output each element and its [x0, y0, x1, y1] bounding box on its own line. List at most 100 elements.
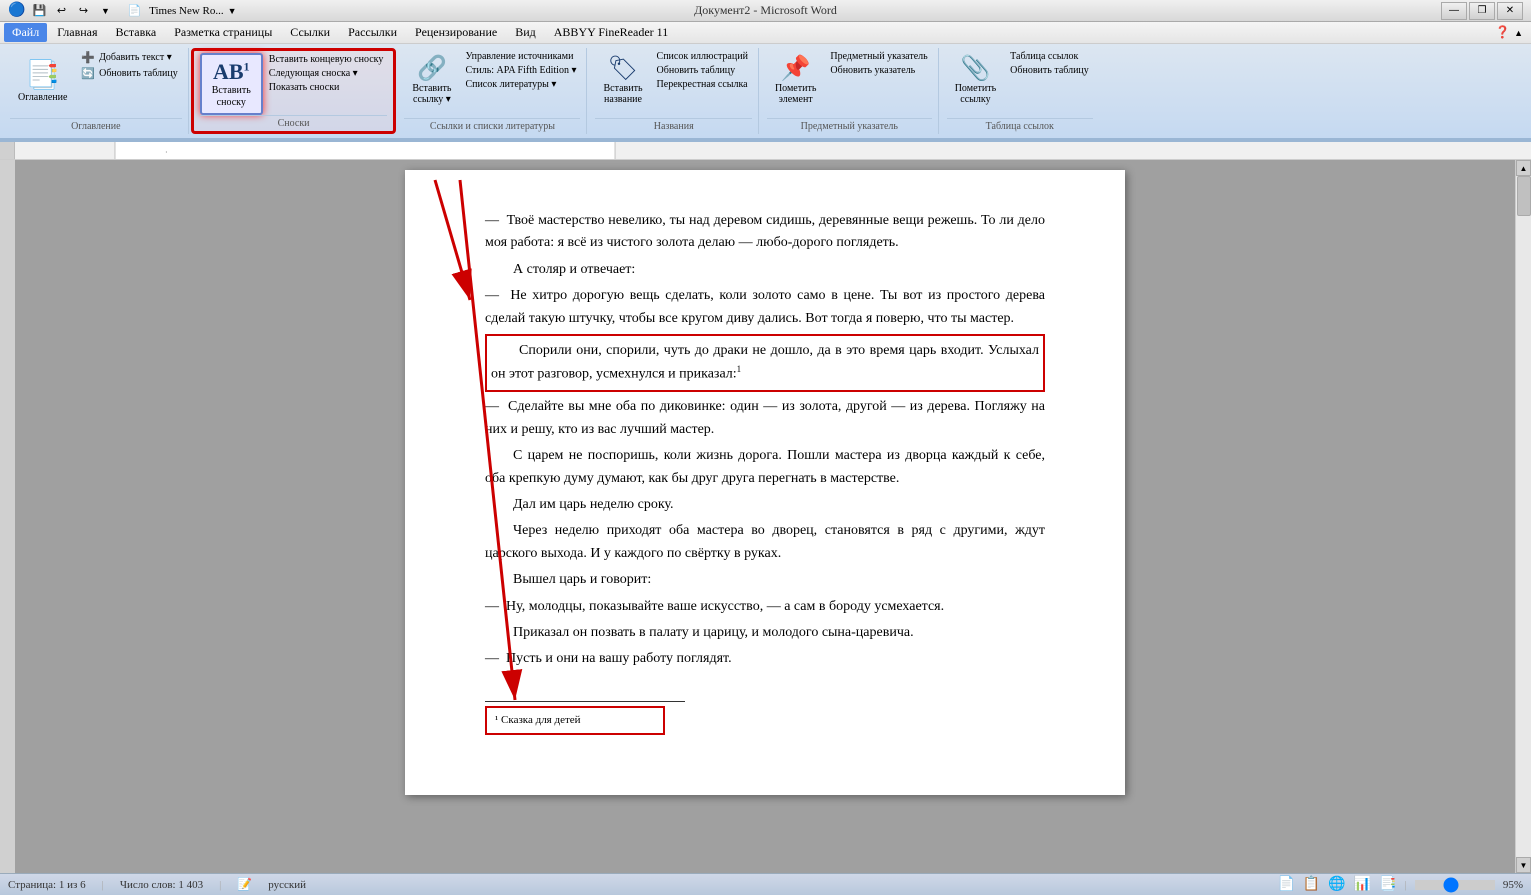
zoom-slider[interactable]	[1415, 880, 1495, 890]
menu-file[interactable]: Файл	[4, 23, 47, 42]
menu-home[interactable]: Главная	[49, 23, 105, 42]
para-tsar-show: — Ну, молодцы, показывайте ваше искусств…	[485, 596, 1045, 618]
para-summon: Приказал он позвать в палату и царицу, и…	[485, 622, 1045, 644]
index-label: Предметный указатель	[830, 51, 927, 62]
update-toc-label: Обновить таблицу	[99, 68, 178, 79]
toc-group-label: Оглавление	[10, 118, 182, 132]
left-ruler	[0, 160, 15, 873]
toc-button[interactable]: 📑 Оглавление	[10, 50, 75, 110]
word-icon: 🔵	[8, 2, 25, 19]
undo-icon[interactable]: ↩	[51, 2, 71, 20]
insert-citation-button[interactable]: 🔗 Вставитьссылку ▾	[404, 50, 459, 109]
save-icon[interactable]: 💾	[29, 2, 49, 20]
zoom-label: 95%	[1503, 879, 1523, 891]
page-status: Страница: 1 из 6	[8, 879, 86, 891]
view-reading-icon[interactable]: 📋	[1303, 876, 1320, 893]
footnotes-group-label: Сноски	[200, 115, 388, 129]
toc-small-buttons: ➕ Добавить текст ▾ 🔄 Обновить таблицу	[77, 50, 181, 81]
restore-button[interactable]: ❐	[1469, 2, 1495, 20]
para-intro: — Твоё мастерство невелико, ты над дерев…	[485, 210, 1045, 255]
view-outline-icon[interactable]: 📊	[1354, 876, 1371, 893]
mark-entry-icon: 📌	[781, 54, 811, 83]
menu-view[interactable]: Вид	[507, 23, 544, 42]
close-button[interactable]: ✕	[1497, 2, 1523, 20]
authority-small-buttons: Таблица ссылок Обновить таблицу	[1006, 50, 1093, 77]
captions-small-buttons: Список иллюстраций Обновить таблицу Пере…	[653, 50, 752, 91]
scrollbar-right[interactable]: ▲ ▼	[1515, 160, 1531, 873]
help-icon[interactable]: ❓	[1495, 25, 1510, 40]
document-scroll[interactable]: — Твоё мастерство невелико, ты над дерев…	[15, 160, 1515, 873]
para-return: Через неделю приходят оба мастера во дво…	[485, 520, 1045, 565]
update-table-button[interactable]: 🔄 Обновить таблицу	[77, 66, 181, 81]
redo-icon[interactable]: ↪	[73, 2, 93, 20]
authority-table-label: Таблица ссылок	[1010, 51, 1078, 62]
document-area: — Твоё мастерство невелико, ты над дерев…	[0, 160, 1531, 873]
para-week: Дал им царь неделю сроку.	[485, 494, 1045, 516]
bibliography-label: Список литературы ▾	[465, 79, 556, 90]
footnote-icon: AB1	[213, 59, 250, 85]
add-icon: ➕	[81, 51, 95, 64]
view-draft-icon[interactable]: 📑	[1379, 876, 1396, 893]
mark-entry-button[interactable]: 📌 Пометитьэлемент	[767, 50, 824, 109]
language-label: русский	[268, 879, 306, 891]
citation-label: Вставитьссылку ▾	[412, 83, 451, 105]
add-text-label: Добавить текст ▾	[99, 52, 172, 63]
bibliography-button[interactable]: Список литературы ▾	[461, 78, 580, 91]
menu-mailings[interactable]: Рассылки	[340, 23, 405, 42]
view-print-icon[interactable]: 📄	[1277, 876, 1294, 893]
menu-review[interactable]: Рецензирование	[407, 23, 505, 42]
language-status: русский	[268, 879, 306, 891]
add-text-button[interactable]: ➕ Добавить текст ▾	[77, 50, 181, 65]
update-caption-table-button[interactable]: Обновить таблицу	[653, 64, 752, 77]
document-page: — Твоё мастерство невелико, ты над дерев…	[405, 170, 1125, 795]
mark-citation-button[interactable]: 📎 Пометитьссылку	[947, 50, 1004, 109]
help-area: ❓ ▲	[1495, 25, 1527, 40]
menu-references[interactable]: Ссылки	[282, 23, 338, 42]
scroll-down-arrow[interactable]: ▼	[1516, 857, 1531, 873]
footnote-box: ¹ Сказка для детей	[485, 706, 665, 736]
expand-icon[interactable]: ▲	[1514, 28, 1523, 38]
next-footnote-button[interactable]: Следующая сноска ▾	[265, 67, 388, 80]
customize-icon[interactable]: ▼	[95, 2, 115, 20]
index-button[interactable]: Предметный указатель	[826, 50, 931, 63]
cross-reference-button[interactable]: Перекрестная ссылка	[653, 78, 752, 91]
menu-page-layout[interactable]: Разметка страницы	[166, 23, 280, 42]
mark-citation-icon: 📎	[960, 54, 990, 83]
scroll-thumb[interactable]	[1517, 176, 1531, 216]
menu-abbyy[interactable]: ABBYY FineReader 11	[546, 23, 676, 42]
ruler: ·	[0, 142, 1531, 160]
insert-caption-button[interactable]: 🏷 Вставитьназвание	[595, 50, 650, 109]
spell-icon[interactable]: 📝	[237, 877, 252, 892]
manage-sources-button[interactable]: Управление источниками	[461, 50, 580, 63]
style-dropdown[interactable]: Стиль: APA Fifth Edition ▾	[461, 64, 580, 77]
left-ruler-svg	[0, 160, 15, 873]
figure-list-button[interactable]: Список иллюстраций	[653, 50, 752, 63]
show-footnotes-button[interactable]: Показать сноски	[265, 81, 388, 94]
update-authority-button[interactable]: Обновить таблицу	[1006, 64, 1093, 77]
quick-access-toolbar: 💾 ↩ ↪ ▼	[29, 2, 115, 20]
citations-group-label: Ссылки и списки литературы	[404, 118, 580, 132]
scroll-track[interactable]	[1516, 176, 1531, 857]
minimize-button[interactable]: —	[1441, 2, 1467, 20]
endnote-label: Вставить концевую сноску	[269, 54, 384, 65]
update-toc-icon: 🔄	[81, 67, 95, 80]
para-quarrel: Спорили они, спорили, чуть до драки не д…	[491, 340, 1039, 386]
citation-icon: 🔗	[417, 54, 447, 83]
title-doc-name: Times New Ro...	[149, 5, 223, 17]
update-caption-label: Обновить таблицу	[657, 65, 736, 76]
authority-group-label: Таблица ссылок	[947, 118, 1093, 132]
para-tsar-command: — Сделайте вы мне оба по диковинке: один…	[485, 396, 1045, 441]
scroll-up-arrow[interactable]: ▲	[1516, 160, 1531, 176]
authority-table-button[interactable]: Таблица ссылок	[1006, 50, 1093, 63]
ribbon: 📑 Оглавление ➕ Добавить текст ▾ 🔄 Обнови…	[0, 44, 1531, 142]
view-web-icon[interactable]: 🌐	[1328, 876, 1345, 893]
ribbon-group-toc: 📑 Оглавление ➕ Добавить текст ▾ 🔄 Обнови…	[4, 48, 189, 134]
insert-footnote-button[interactable]: AB1 Вставитьсноску	[200, 53, 263, 115]
svg-text:·: ·	[165, 148, 168, 157]
menu-insert[interactable]: Вставка	[108, 23, 165, 42]
ruler-main: ·	[15, 142, 1531, 159]
footnote-section: ¹ Сказка для детей	[485, 701, 685, 736]
update-index-button[interactable]: Обновить указатель	[826, 64, 931, 77]
next-footnote-label: Следующая сноска ▾	[269, 68, 358, 79]
insert-endnote-button[interactable]: Вставить концевую сноску	[265, 53, 388, 66]
